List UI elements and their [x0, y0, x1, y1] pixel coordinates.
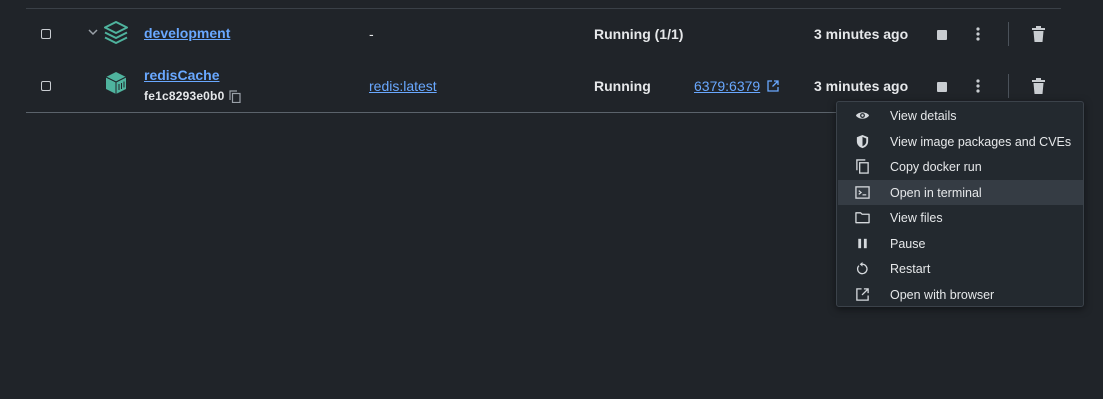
context-menu: View details View image packages and CVE… [836, 101, 1084, 307]
container-icon [105, 72, 127, 94]
more-actions-icon[interactable] [972, 78, 984, 94]
stack-name-link[interactable]: development [144, 25, 230, 41]
container-name-link[interactable]: redisCache [144, 67, 219, 83]
status-text: Running (1/1) [594, 26, 684, 42]
menu-item-view-image-packages[interactable]: View image packages and CVEs [838, 129, 1083, 154]
menu-item-copy-docker-run[interactable]: Copy docker run [838, 154, 1083, 179]
menu-item-label: Restart [890, 262, 931, 276]
menu-item-label: Pause [890, 237, 926, 251]
action-divider [1008, 74, 1009, 98]
menu-item-open-with-browser[interactable]: Open with browser [838, 282, 1083, 307]
stop-button[interactable] [937, 82, 947, 92]
image-link[interactable]: redis:latest [369, 78, 437, 94]
last-started-text: 3 minutes ago [814, 78, 909, 94]
menu-item-label: View details [890, 109, 957, 123]
menu-item-label: View image packages and CVEs [890, 135, 1072, 149]
menu-item-view-files[interactable]: View files [838, 205, 1083, 230]
eye-icon [855, 112, 870, 119]
container-id: fe1c8293e0b0 [144, 89, 225, 103]
action-divider [1008, 22, 1009, 46]
table-row: development - Running (1/1) 3 minutes ag… [0, 9, 1103, 59]
image-value: - [369, 26, 374, 42]
trash-icon[interactable] [1032, 78, 1045, 94]
shield-icon [856, 134, 869, 149]
folder-icon [855, 212, 870, 224]
menu-item-label: Open in terminal [890, 186, 982, 200]
stack-icon [104, 21, 128, 44]
trash-icon[interactable] [1032, 26, 1045, 42]
menu-item-restart[interactable]: Restart [838, 256, 1083, 281]
menu-item-label: Copy docker run [890, 160, 982, 174]
menu-item-view-details[interactable]: View details [838, 103, 1083, 128]
status-text: Running [594, 78, 651, 94]
row-checkbox[interactable] [41, 29, 51, 39]
pause-icon [858, 238, 867, 249]
external-link-icon [856, 288, 869, 301]
menu-item-open-in-terminal[interactable]: Open in terminal [838, 180, 1083, 205]
external-link-icon[interactable] [767, 80, 779, 92]
restart-icon [856, 261, 868, 275]
port-link[interactable]: 6379:6379 [694, 78, 760, 94]
more-actions-icon[interactable] [972, 26, 984, 42]
last-started-text: 3 minutes ago [814, 26, 909, 42]
menu-item-label: View files [890, 211, 943, 225]
menu-item-label: Open with browser [890, 288, 995, 302]
copy-icon[interactable] [229, 90, 241, 103]
row-checkbox[interactable] [41, 81, 51, 91]
menu-item-pause[interactable]: Pause [838, 231, 1083, 256]
stop-button[interactable] [937, 30, 947, 40]
copy-icon [856, 159, 869, 174]
chevron-down-icon[interactable] [86, 25, 100, 39]
terminal-icon [855, 186, 870, 199]
